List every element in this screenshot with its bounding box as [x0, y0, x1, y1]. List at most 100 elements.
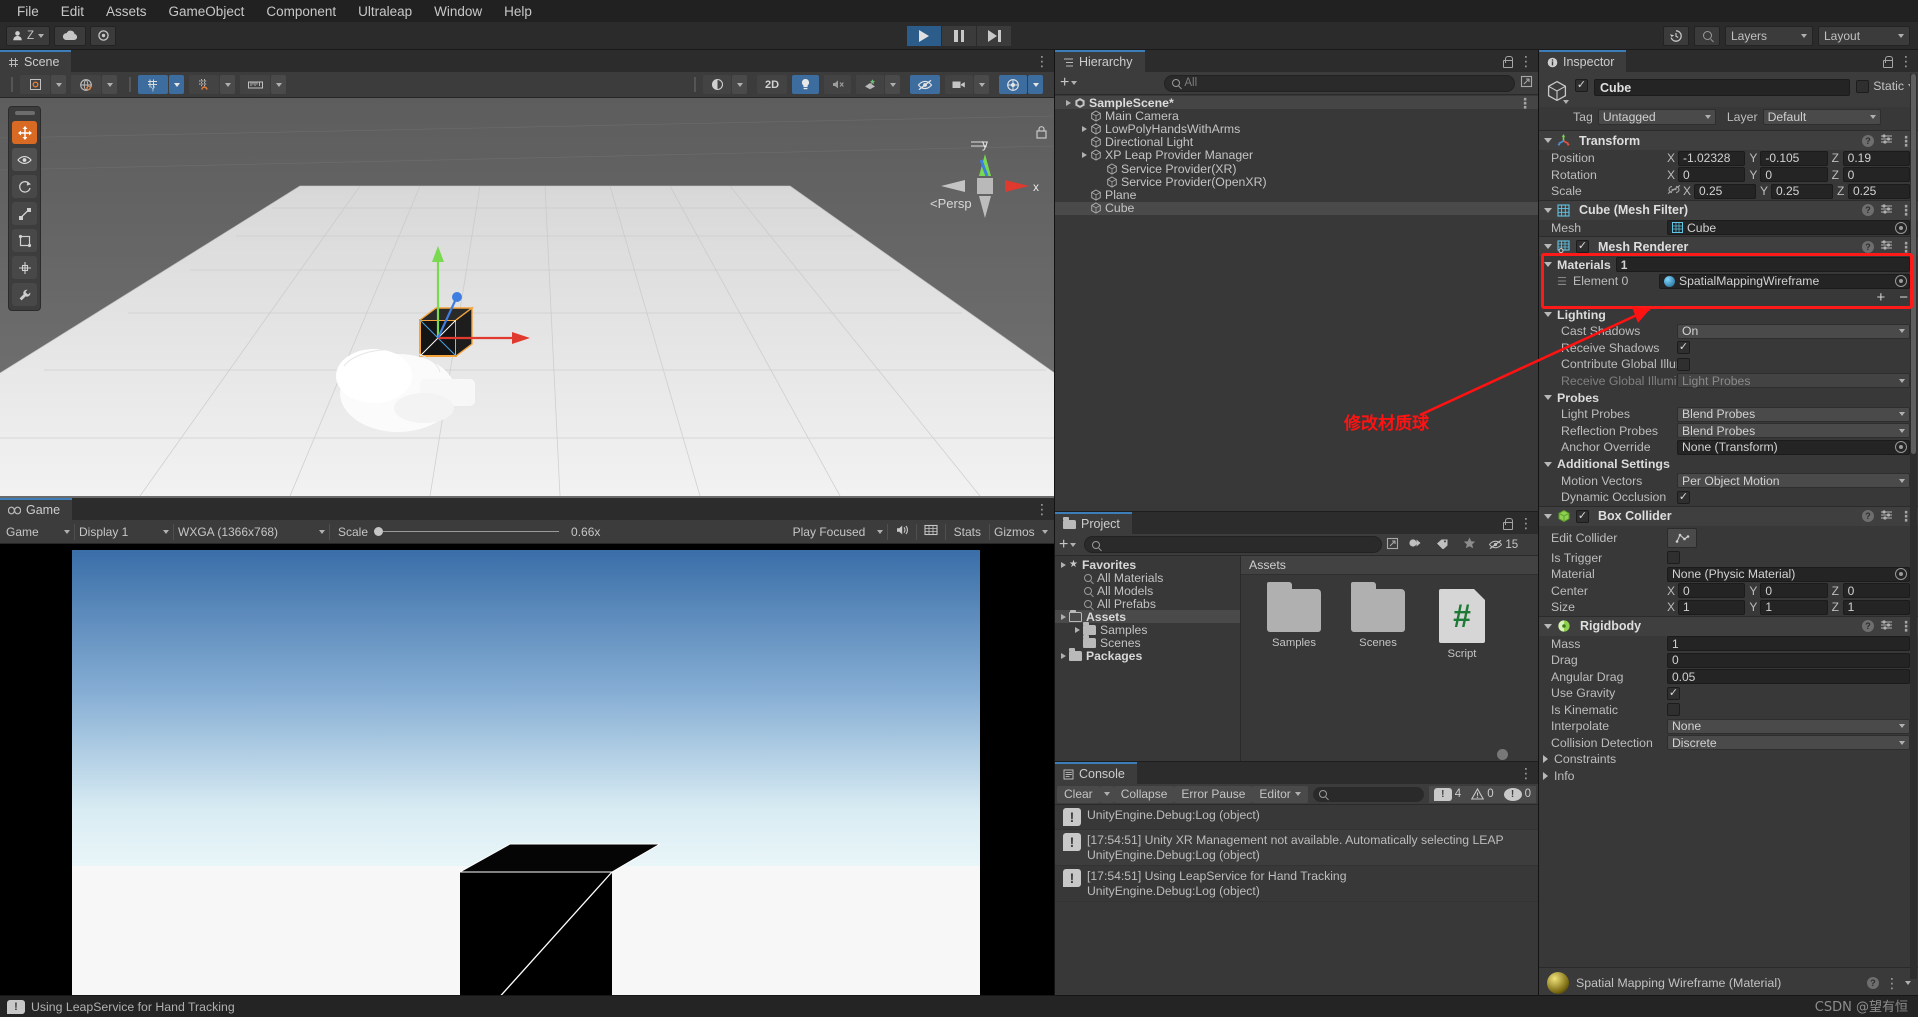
search-button[interactable]	[1694, 25, 1720, 46]
value-input[interactable]: 0	[1667, 652, 1910, 668]
x-input[interactable]: -1.02328	[1678, 150, 1746, 166]
hierarchy-search-input[interactable]: All	[1164, 74, 1515, 92]
snap-increment-toggle[interactable]	[189, 75, 219, 94]
layers-dropdown[interactable]: Layers	[1725, 25, 1813, 46]
stats-button[interactable]: Stats	[946, 525, 989, 539]
resolution-dropdown[interactable]: WXGA (1366x768)	[174, 522, 329, 541]
menu-item-edit[interactable]: Edit	[50, 2, 95, 21]
dropdown-field[interactable]: On	[1677, 323, 1910, 339]
help-icon[interactable]: ?	[1867, 976, 1879, 989]
toggle-checkbox[interactable]	[1677, 341, 1690, 355]
collapse-arrow[interactable]	[1544, 138, 1552, 143]
lock-icon[interactable]	[1882, 55, 1893, 68]
x-input[interactable]: 1	[1678, 599, 1746, 615]
2d-toggle[interactable]: 2D	[757, 75, 787, 94]
materials-size-input[interactable]: 1	[1615, 257, 1910, 272]
dropdown-field[interactable]: Discrete	[1667, 735, 1910, 751]
asset-items[interactable]: Samples Scenes # Script	[1241, 575, 1538, 748]
tab-project[interactable]: Project	[1055, 512, 1132, 534]
constrain-proportions-icon[interactable]	[1667, 184, 1683, 198]
inspector-content[interactable]: Cube Static Tag Untagged Laye	[1539, 72, 1918, 997]
project-tree-item[interactable]: All Models	[1055, 584, 1240, 598]
y-input[interactable]: 0	[1760, 167, 1828, 183]
tag-dropdown[interactable]: Untagged	[1597, 109, 1716, 125]
scene-row-menu-icon[interactable]: ⋮	[1518, 96, 1532, 110]
object-picker-icon[interactable]	[1895, 275, 1907, 288]
hierarchy-item[interactable]: Directional Light	[1055, 135, 1538, 149]
value-input[interactable]: 0.05	[1667, 669, 1910, 685]
chevron-down-icon[interactable]	[1905, 980, 1911, 985]
pause-button[interactable]	[942, 25, 976, 46]
tab-game[interactable]: Game	[0, 498, 73, 520]
dropdown-field[interactable]: None	[1667, 718, 1910, 734]
hierarchy-item[interactable]: XP Leap Provider Manager	[1055, 148, 1538, 162]
hierarchy-item[interactable]: Cube	[1055, 201, 1538, 215]
project-tree-item[interactable]: ★ Favorites	[1055, 558, 1240, 572]
material-preview-footer[interactable]: Spatial Mapping Wireframe (Material) ? ⋮	[1539, 967, 1918, 997]
x-input[interactable]: 0.25	[1694, 183, 1756, 199]
z-input[interactable]: 0.19	[1842, 150, 1910, 166]
project-tree-item[interactable]: All Materials	[1055, 571, 1240, 585]
ruler-dropdown[interactable]	[271, 75, 286, 94]
global-dropdown[interactable]	[102, 75, 117, 94]
collapse-arrow[interactable]	[1544, 207, 1552, 213]
menu-item-assets[interactable]: Assets	[95, 2, 158, 21]
expand-arrow[interactable]	[1543, 755, 1549, 764]
material-object-field[interactable]: SpatialMappingWireframe	[1659, 273, 1910, 289]
editor-dropdown[interactable]: Editor	[1252, 785, 1308, 803]
project-tree[interactable]: ★ Favorites All Materials All Models All Pre…	[1055, 556, 1241, 761]
expand-arrow[interactable]	[1543, 771, 1549, 780]
expand-arrow[interactable]	[1063, 99, 1074, 106]
z-input[interactable]: 0	[1842, 167, 1910, 183]
x-input[interactable]: 0	[1678, 167, 1746, 183]
y-input[interactable]: 0	[1760, 583, 1828, 599]
hierarchy-search-expand-button[interactable]	[1520, 75, 1533, 91]
collapse-arrow[interactable]	[1544, 513, 1552, 519]
preset-icon[interactable]	[1880, 509, 1893, 524]
filter-label-button[interactable]	[1431, 537, 1454, 552]
tab-inspector[interactable]: Inspector	[1539, 50, 1627, 72]
x-input[interactable]: 0	[1678, 583, 1746, 599]
expand-arrow[interactable]	[1079, 152, 1090, 159]
game-target-dropdown[interactable]: Game	[2, 522, 74, 541]
dropdown-field[interactable]: Blend Probes	[1677, 406, 1910, 422]
ruler-tool[interactable]	[240, 75, 270, 94]
effects-dropdown[interactable]	[885, 75, 900, 94]
toggle-checkbox[interactable]	[1677, 357, 1690, 371]
create-object-button[interactable]: +	[1060, 75, 1078, 91]
hierarchy-item[interactable]: Service Provider(XR)	[1055, 162, 1538, 176]
tab-console[interactable]: Console	[1055, 762, 1137, 784]
component-header[interactable]: Transform? ⋮	[1539, 131, 1918, 150]
preset-icon[interactable]	[1880, 203, 1893, 218]
menu-item-help[interactable]: Help	[493, 2, 543, 21]
lighting-toggle[interactable]	[792, 75, 819, 94]
view-tool-button[interactable]	[12, 148, 37, 171]
layer-dropdown[interactable]: Default	[1762, 109, 1881, 125]
effects-toggle[interactable]	[856, 75, 884, 94]
help-icon[interactable]: ?	[1862, 204, 1874, 216]
scene-camera-dropdown[interactable]	[974, 75, 989, 94]
collapse-arrow[interactable]	[1544, 244, 1552, 249]
object-active-checkbox[interactable]	[1575, 79, 1588, 92]
collapse-arrow[interactable]	[1544, 262, 1552, 267]
property-group-header[interactable]: Materials 1	[1539, 256, 1918, 273]
static-checkbox[interactable]	[1856, 79, 1870, 93]
account-button[interactable]: Z	[6, 25, 51, 46]
custom-tool-button[interactable]	[12, 283, 37, 306]
reorder-handle[interactable]: ☰	[1557, 275, 1573, 288]
filter-type-button[interactable]	[1403, 537, 1427, 552]
toggle-checkbox[interactable]	[1667, 551, 1680, 565]
toggle-checkbox[interactable]	[1667, 686, 1680, 700]
log-count-filter[interactable]: ! 4	[1428, 785, 1467, 803]
create-asset-button[interactable]: +	[1059, 536, 1077, 552]
collapse-button[interactable]: Collapse	[1113, 785, 1175, 803]
menu-item-component[interactable]: Component	[255, 2, 347, 21]
scene-viewport[interactable]: y x <Persp	[0, 98, 1054, 498]
z-input[interactable]: 0	[1842, 583, 1910, 599]
property-group-header[interactable]: Lighting	[1539, 306, 1918, 323]
asset-item[interactable]: # Script	[1431, 589, 1493, 660]
z-input[interactable]: 0.25	[1848, 183, 1910, 199]
foldout-row[interactable]: Info	[1539, 768, 1918, 785]
add-element-button[interactable]: +	[1876, 290, 1885, 305]
error-count-filter[interactable]: ! 0	[1498, 785, 1536, 803]
